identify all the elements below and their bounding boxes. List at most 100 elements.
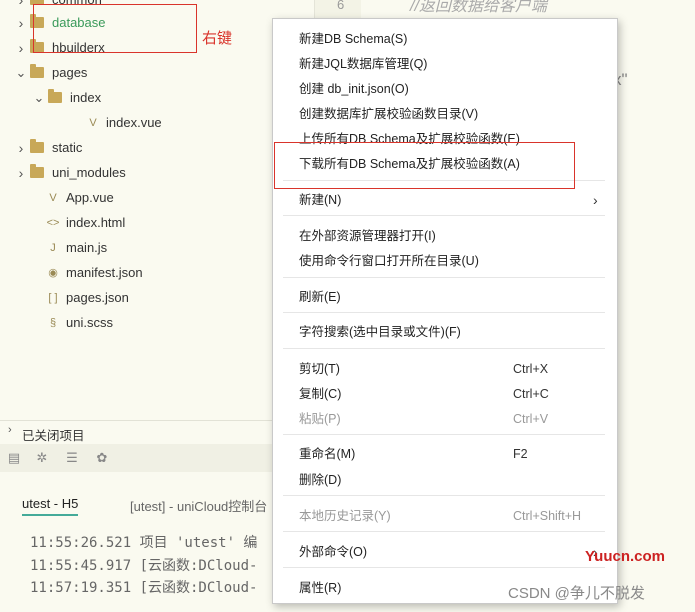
menu-item-shortcut: Ctrl+V (513, 412, 549, 426)
tree-item[interactable]: V App.vue (0, 187, 314, 209)
log-line: 11:55:45.917 [云函数:DCloud- (30, 558, 258, 574)
chevron-down-icon[interactable]: ⌄ (14, 62, 28, 84)
menu-item[interactable]: 字符搜索(选中目录或文件)(F) (273, 321, 617, 343)
menu-separator (283, 348, 605, 349)
log-line: 11:55:26.521 项目 'utest' 编 (30, 535, 258, 551)
menu-item-label: 在外部资源管理器打开(I) (299, 229, 436, 243)
menu-item[interactable]: 删除(D) (273, 469, 617, 491)
menu-item-label: 属性(R) (299, 581, 342, 595)
html-file-icon: <> (46, 217, 60, 229)
tree-item-label: index.html (66, 215, 126, 230)
menu-item-shortcut: Ctrl+C (513, 387, 549, 401)
tree-item-label: pages.json (66, 290, 129, 305)
tab-unicloud-console[interactable]: [utest] - uniCloud控制台 (130, 496, 267, 515)
menu-item-label: 创建数据库扩展校验函数目录(V) (299, 107, 479, 121)
palette-icon[interactable]: ✿ (94, 450, 110, 466)
chevron-right-icon[interactable]: › (14, 12, 28, 34)
chevron-right-icon: › (8, 424, 12, 436)
menu-item[interactable]: 复制(C) Ctrl+C (273, 383, 617, 405)
tree-item-label: manifest.json (66, 265, 143, 280)
menu-separator (283, 531, 605, 532)
bug-icon[interactable]: ✲ (34, 450, 50, 466)
vue-file-icon: V (49, 192, 57, 204)
menu-item-label: 本地历史记录(Y) (299, 509, 391, 523)
menu-item-label: 剪切(T) (299, 362, 340, 376)
menu-item[interactable]: 新建(N) › (273, 189, 617, 211)
folder-icon[interactable]: ▤ (6, 450, 22, 466)
search-list-icon[interactable]: ☰ (64, 450, 80, 466)
menu-item-label: 新建JQL数据库管理(Q) (299, 57, 428, 71)
folder-icon (30, 139, 44, 153)
menu-separator (283, 277, 605, 278)
tree-item-label: index.vue (106, 115, 162, 130)
tree-item[interactable]: Jmain.js (0, 237, 314, 259)
tree-item[interactable]: › uni_modules (0, 162, 314, 184)
closed-projects[interactable]: › 已关闭项目 (0, 420, 314, 445)
menu-item[interactable]: 新建DB Schema(S) (273, 28, 617, 50)
menu-item-label: 复制(C) (299, 387, 342, 401)
menu-item-label: 粘贴(P) (299, 412, 341, 426)
menu-item-label: 刷新(E) (299, 290, 341, 304)
chevron-right-icon[interactable]: › (14, 0, 28, 11)
tree-item[interactable]: [ ] pages.json (0, 287, 314, 309)
chevron-right-icon[interactable]: › (14, 137, 28, 159)
menu-separator (283, 495, 605, 496)
tree-item[interactable]: ⌄ index (0, 87, 314, 109)
menu-item-shortcut: Ctrl+X (513, 362, 549, 376)
tab-utest-h5[interactable]: utest - H5 (22, 496, 79, 516)
menu-item: 粘贴(P) Ctrl+V (273, 408, 617, 430)
highlight-box-download (274, 142, 575, 189)
menu-item-shortcut: F2 (513, 447, 528, 461)
menu-item-label: 删除(D) (299, 473, 342, 487)
manifest-file-icon: ◉ (48, 267, 58, 279)
menu-item[interactable]: 在外部资源管理器打开(I) (273, 225, 617, 247)
tree-item[interactable]: ◉ manifest.json (0, 262, 314, 284)
menu-separator (283, 567, 605, 568)
menu-item[interactable]: 创建数据库扩展校验函数目录(V) (273, 103, 617, 125)
tree-item[interactable]: › static (0, 137, 314, 159)
folder-icon (48, 89, 62, 103)
menu-item-label: 字符搜索(选中目录或文件)(F) (299, 325, 461, 339)
menu-item[interactable]: 外部命令(O) › (273, 541, 617, 563)
menu-item[interactable]: 重命名(M) F2 (273, 443, 617, 465)
console-toolbar: ▤ ✲ ☰ ✿ (0, 444, 314, 473)
menu-item[interactable]: 剪切(T) Ctrl+X (273, 358, 617, 380)
menu-item-label: 外部命令(O) (299, 545, 368, 559)
chevron-right-icon[interactable]: › (14, 37, 28, 59)
vue-file-icon: V (89, 117, 97, 129)
menu-item: 本地历史记录(Y) Ctrl+Shift+H (273, 505, 617, 527)
scss-file-icon: § (49, 317, 57, 329)
tree-item-label: index (70, 90, 102, 105)
tree-item[interactable]: ⌄ pages (0, 62, 314, 84)
tree-item-label: main.js (66, 240, 108, 255)
line-number: 6 (337, 0, 345, 12)
log-line: 11:57:19.351 [云函数:DCloud- (30, 580, 258, 596)
tree-item-label: static (52, 140, 83, 155)
menu-item[interactable]: 创建 db_init.json(O) (273, 78, 617, 100)
tree-item-label: pages (52, 65, 88, 80)
menu-item[interactable]: 使用命令行窗口打开所在目录(U) (273, 250, 617, 272)
tree-item-label: App.vue (66, 190, 114, 205)
submenu-arrow-icon: › (593, 192, 598, 208)
menu-item[interactable]: 刷新(E) (273, 286, 617, 308)
chevron-down-icon[interactable]: ⌄ (32, 87, 46, 109)
tree-item-label: uni.scss (66, 315, 113, 330)
right-click-annotation: 右键 (202, 30, 233, 47)
tree-item[interactable]: <> index.html (0, 212, 314, 234)
code-comment: //返回数据给客户端 (410, 0, 547, 15)
menu-item[interactable]: 新建JQL数据库管理(Q) (273, 53, 617, 75)
menu-separator (283, 434, 605, 435)
highlight-box-database (33, 4, 197, 53)
tree-item[interactable]: Vindex.vue (0, 112, 314, 134)
menu-item-label: 使用命令行窗口打开所在目录(U) (299, 254, 479, 268)
folder-icon (30, 164, 44, 178)
menu-item-label: 新建DB Schema(S) (299, 32, 408, 46)
closed-projects-label: 已关闭项目 (22, 429, 85, 443)
menu-item-label: 新建(N) (299, 193, 342, 207)
menu-item-label: 重命名(M) (299, 447, 356, 461)
tree-item[interactable]: § uni.scss (0, 312, 314, 334)
chevron-right-icon[interactable]: › (14, 162, 28, 184)
js-file-icon: J (50, 242, 56, 254)
json-file-icon: [ ] (48, 292, 58, 304)
project-tree: ›common›database›hbuilderx⌄pages⌄indexVi… (0, 0, 314, 420)
